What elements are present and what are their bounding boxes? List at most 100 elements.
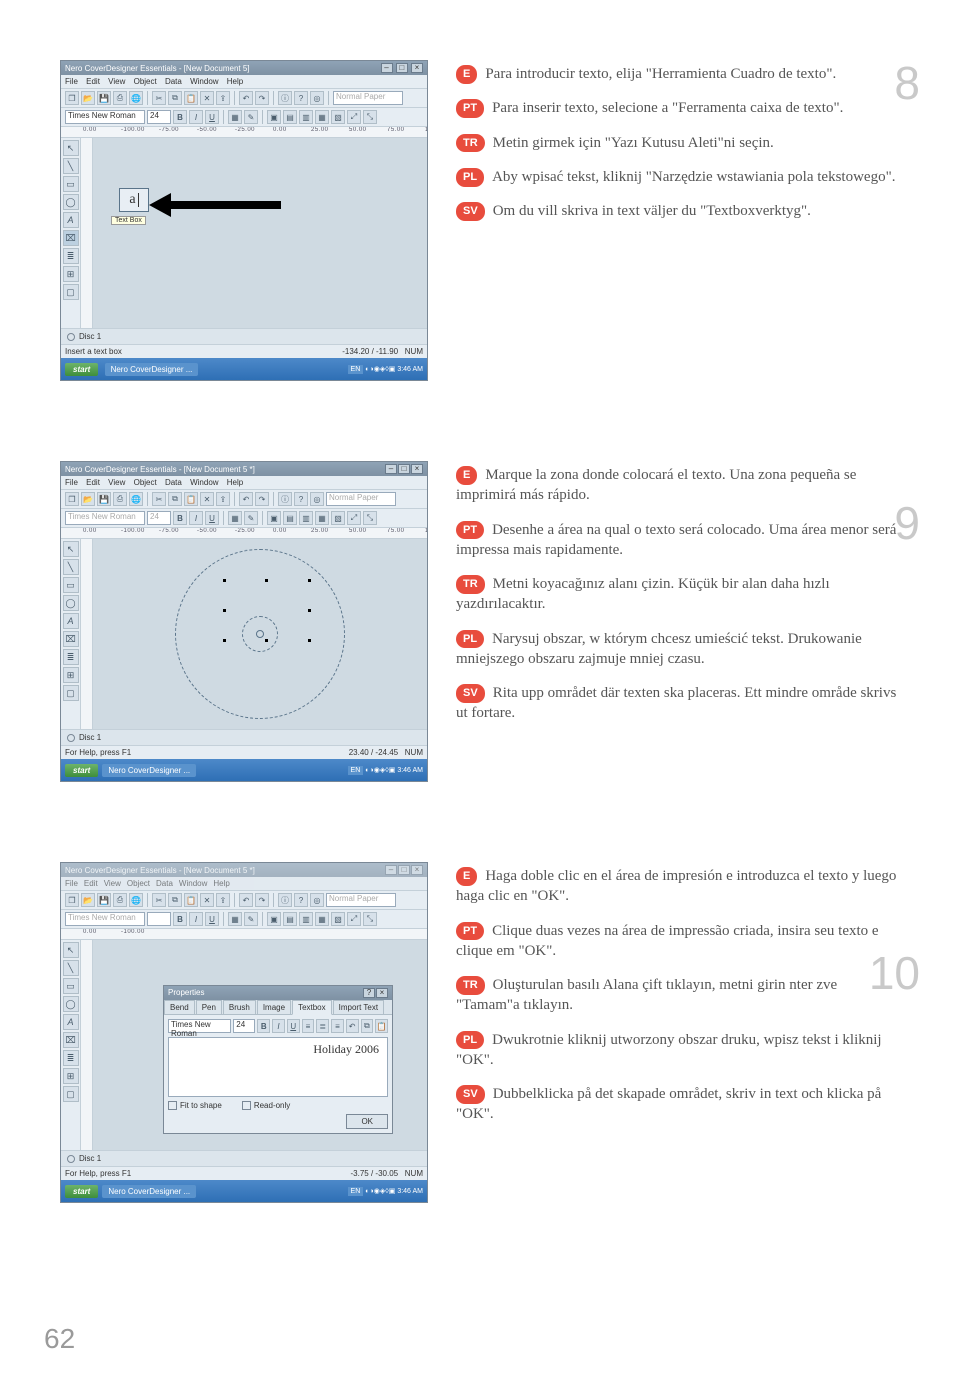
undo-icon[interactable]: ↶ — [239, 91, 253, 105]
open-icon[interactable]: 📂 — [81, 91, 95, 105]
start-button[interactable]: start — [65, 764, 98, 777]
color-icon[interactable]: ▦ — [228, 110, 242, 124]
menu-view[interactable]: View — [108, 77, 125, 86]
menu-data[interactable]: Data — [165, 478, 182, 487]
tab-pen[interactable]: Pen — [196, 1000, 222, 1014]
paper-type-select[interactable]: Normal Paper — [333, 91, 403, 105]
minimize-icon[interactable]: – — [381, 63, 393, 73]
tracklist-icon[interactable]: ≣ — [63, 649, 79, 665]
menu-object[interactable]: Object — [134, 478, 157, 487]
print-icon[interactable]: ⎙ — [113, 91, 127, 105]
menu-help[interactable]: Help — [227, 77, 243, 86]
line-icon[interactable]: ╲ — [63, 158, 79, 174]
about-icon[interactable]: ◎ — [310, 91, 324, 105]
brush-icon[interactable]: ✎ — [244, 110, 258, 124]
align-center-icon[interactable]: ≣ — [316, 1019, 329, 1033]
tab-import[interactable]: Import Text — [333, 1000, 384, 1014]
tab-brush[interactable]: Brush — [223, 1000, 256, 1014]
field-icon[interactable]: ⊞ — [63, 667, 79, 683]
maximize-icon[interactable]: □ — [398, 464, 410, 474]
copy-icon[interactable]: ⧉ — [168, 91, 182, 105]
menu-file[interactable]: File — [65, 478, 78, 487]
menu-file[interactable]: File — [65, 77, 78, 86]
paste-icon[interactable]: 📋 — [184, 91, 198, 105]
menu-view[interactable]: View — [108, 478, 125, 487]
italic-icon[interactable]: I — [189, 110, 203, 124]
redo-icon[interactable]: ↷ — [255, 91, 269, 105]
minimize-icon[interactable]: – — [385, 464, 397, 474]
ellipse-icon[interactable]: ◯ — [63, 194, 79, 210]
align-left-icon[interactable]: ≡ — [302, 1019, 315, 1033]
rectangle-icon[interactable]: ▭ — [63, 176, 79, 192]
paste-icon[interactable]: 📋 — [375, 1019, 388, 1033]
save-icon[interactable]: 💾 — [97, 91, 111, 105]
bold-icon[interactable]: B — [257, 1019, 270, 1033]
rectangle-icon[interactable]: ▭ — [63, 577, 79, 593]
dialog-font-select[interactable]: Times New Roman — [168, 1019, 231, 1033]
taskbar-app[interactable]: Nero CoverDesigner ... — [105, 363, 199, 376]
close-icon[interactable]: × — [411, 464, 423, 474]
tab-image[interactable]: Image — [257, 1000, 291, 1014]
menu-object[interactable]: Object — [134, 77, 157, 86]
tab-textbox[interactable]: Textbox — [292, 1000, 332, 1015]
read-only-checkbox[interactable]: Read-only — [242, 1101, 290, 1110]
align-right-icon[interactable]: ≡ — [331, 1019, 344, 1033]
maximize-icon[interactable]: □ — [396, 63, 408, 73]
disc-radio[interactable] — [67, 333, 75, 341]
align-icon-1[interactable]: ▣ — [267, 110, 281, 124]
italic-icon[interactable]: I — [272, 1019, 285, 1033]
preview-icon[interactable]: 🌐 — [129, 91, 143, 105]
pointer-icon[interactable]: ↖ — [63, 541, 79, 557]
align-icon-2[interactable]: ▤ — [283, 110, 297, 124]
canvas[interactable]: a Text Box — [93, 138, 427, 328]
underline-icon[interactable]: U — [205, 110, 219, 124]
copy-icon[interactable]: ⧉ — [361, 1019, 374, 1033]
dialog-textarea[interactable]: Holiday 2006 — [168, 1037, 388, 1097]
fit-icon-2[interactable]: ⤡ — [363, 110, 377, 124]
dialog-font-size[interactable]: 24 — [233, 1019, 255, 1033]
line-icon[interactable]: ╲ — [63, 559, 79, 575]
dialog-close-icon[interactable]: × — [376, 988, 388, 998]
canvas[interactable] — [93, 539, 427, 729]
font-name-select[interactable]: Times New Roman — [65, 110, 145, 124]
menu-edit[interactable]: Edit — [86, 77, 100, 86]
undo-icon[interactable]: ↶ — [346, 1019, 359, 1033]
export-icon[interactable]: ⇪ — [216, 91, 230, 105]
start-button[interactable]: start — [65, 363, 98, 376]
cut-icon[interactable]: ✂ — [152, 91, 166, 105]
taskbar-app[interactable]: Nero CoverDesigner ... — [102, 764, 196, 777]
ellipse-icon[interactable]: ◯ — [63, 595, 79, 611]
disc-tab-label[interactable]: Disc 1 — [79, 733, 101, 742]
ok-button[interactable]: OK — [346, 1114, 388, 1129]
new-icon[interactable]: ❐ — [65, 91, 79, 105]
align-icon-5[interactable]: ▧ — [331, 110, 345, 124]
menu-data[interactable]: Data — [165, 77, 182, 86]
pointer-icon[interactable]: ↖ — [63, 140, 79, 156]
underline-icon[interactable]: U — [287, 1019, 300, 1033]
fit-icon-1[interactable]: ⤢ — [347, 110, 361, 124]
info-icon[interactable]: ⓘ — [278, 91, 292, 105]
textbox-tool-icon[interactable]: ⌧ — [63, 631, 79, 647]
field-icon[interactable]: ⊞ — [63, 266, 79, 282]
canvas[interactable]: Properties ?× Bend Pen Brush Image Textb… — [93, 940, 427, 1150]
tab-bend[interactable]: Bend — [164, 1000, 195, 1014]
menu-window[interactable]: Window — [190, 77, 218, 86]
help-icon[interactable]: ? — [294, 91, 308, 105]
font-size-select[interactable]: 24 — [147, 110, 171, 124]
image-icon[interactable]: ▢ — [63, 284, 79, 300]
artistic-text-icon[interactable]: A — [63, 613, 79, 629]
bold-icon[interactable]: B — [173, 110, 187, 124]
delete-icon[interactable]: ✕ — [200, 91, 214, 105]
language-indicator[interactable]: EN — [348, 365, 364, 374]
image-icon[interactable]: ▢ — [63, 685, 79, 701]
disc-tab-label[interactable]: Disc 1 — [79, 332, 101, 341]
tracklist-icon[interactable]: ≣ — [63, 248, 79, 264]
artistic-text-icon[interactable]: A — [63, 212, 79, 228]
menu-help[interactable]: Help — [227, 478, 243, 487]
menu-window[interactable]: Window — [190, 478, 218, 487]
close-icon[interactable]: × — [411, 63, 423, 73]
align-icon-4[interactable]: ▦ — [315, 110, 329, 124]
textbox-tool-icon[interactable]: ⌧ — [63, 230, 79, 246]
fit-to-shape-checkbox[interactable]: Fit to shape — [168, 1101, 222, 1110]
dialog-help-icon[interactable]: ? — [363, 988, 375, 998]
